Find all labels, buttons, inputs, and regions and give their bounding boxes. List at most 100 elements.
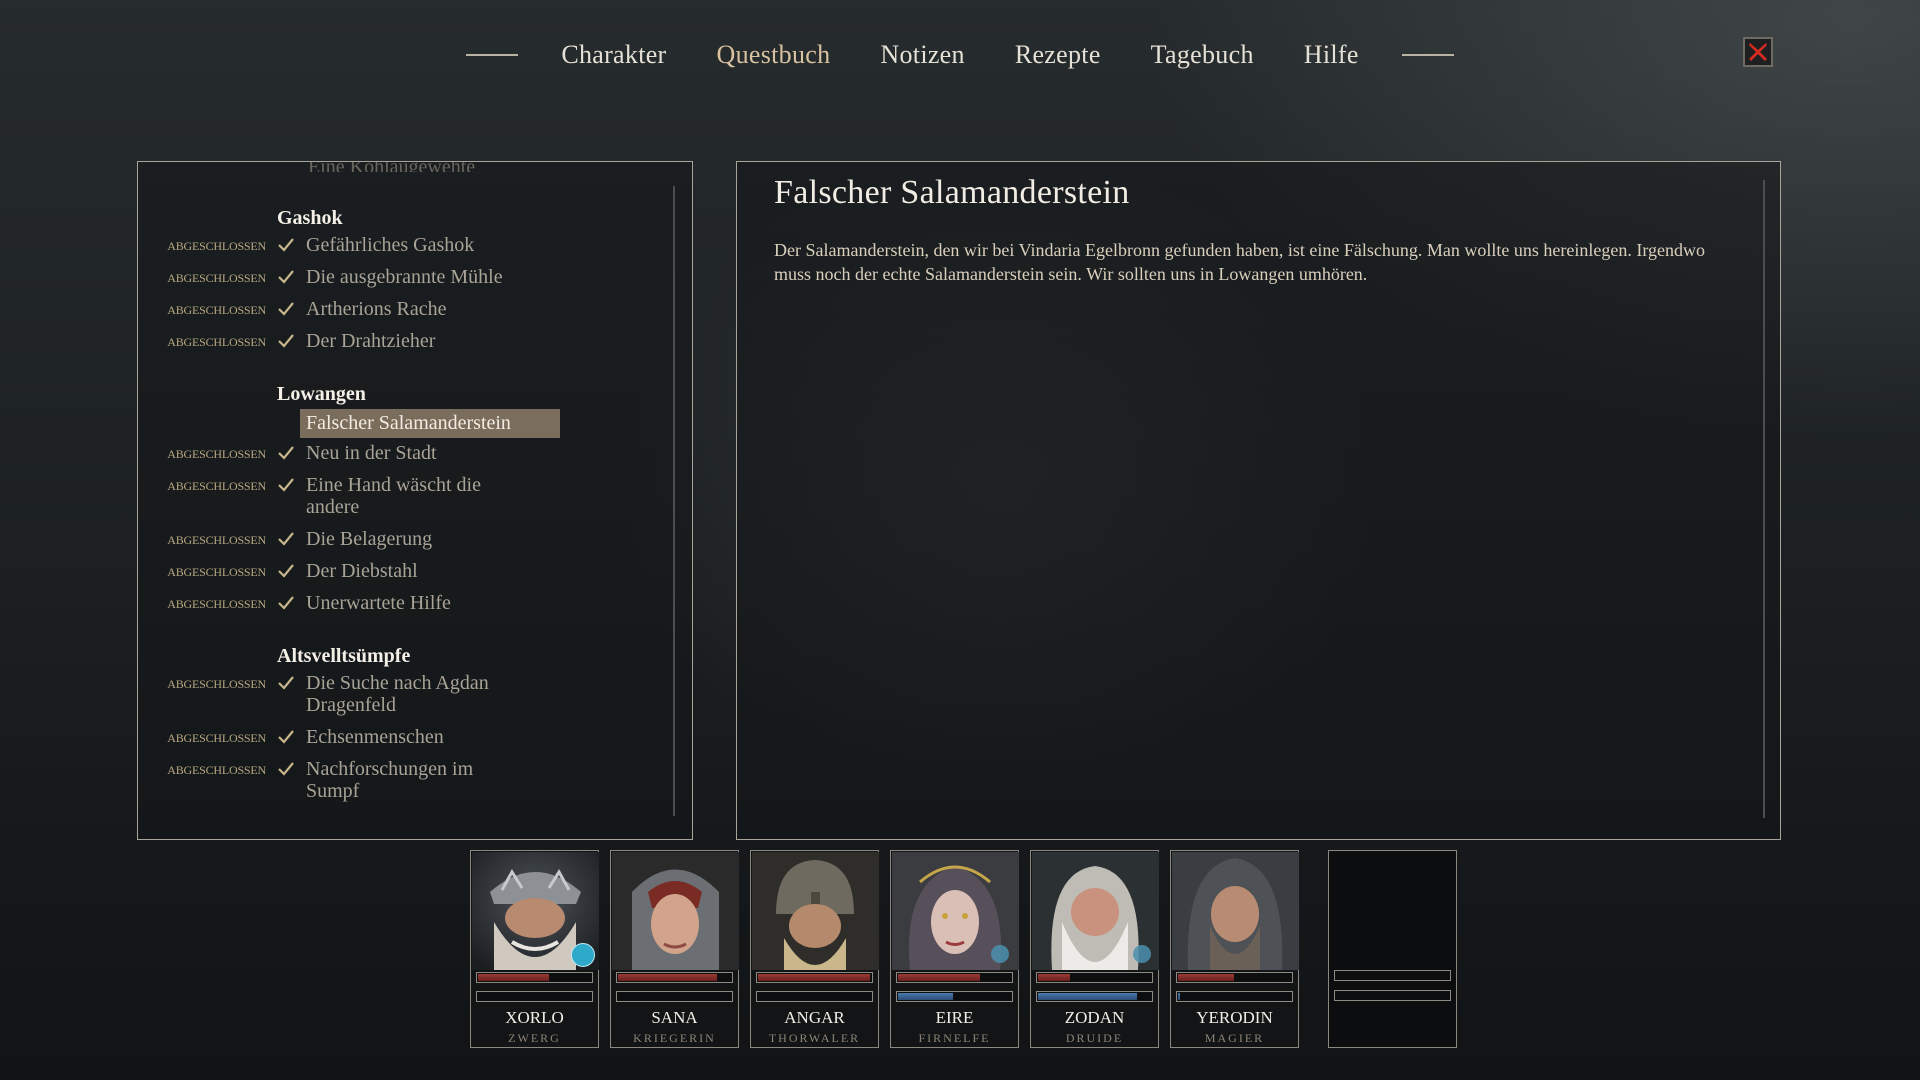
party-member-sana[interactable]: SANA KRIEGERIN	[610, 850, 739, 1048]
quest-detail-description: Der Salamanderstein, den wir bei Vindari…	[774, 240, 1705, 284]
quest-status: ABGESCHLOSSEN	[167, 731, 266, 745]
quest-status: ABGESCHLOSSEN	[167, 677, 266, 691]
health-fill	[758, 974, 870, 981]
member-name: YERODIN	[1196, 1008, 1273, 1027]
health-fill	[618, 974, 717, 981]
member-name: EIRE	[935, 1008, 974, 1027]
party-slot-empty[interactable]	[1328, 850, 1457, 1048]
party-member-zodan[interactable]: ZODAN DRUIDE	[1030, 850, 1159, 1048]
quest-status: ABGESCHLOSSEN	[167, 239, 266, 253]
member-name: XORLO	[505, 1008, 564, 1027]
tab-charakter[interactable]: Charakter	[536, 40, 691, 70]
party-bar: XORLO ZWERG SANA KRIEGERIN ANGAR THORWAL…	[470, 850, 1470, 1048]
party-member-angar[interactable]: ANGAR THORWALER	[750, 850, 879, 1048]
health-fill	[1038, 974, 1071, 981]
quest-status: ABGESCHLOSSEN	[167, 597, 266, 611]
quest-title: Der Diebstahl	[306, 560, 418, 582]
health-fill	[898, 974, 980, 981]
portrait-angar	[752, 852, 879, 970]
party-member-xorlo[interactable]: XORLO ZWERG	[470, 850, 599, 1048]
quest-title: Echsenmenschen	[306, 726, 444, 748]
party-member-eire[interactable]: EIRE FIRNELFE	[890, 850, 1019, 1048]
health-bar	[896, 972, 1013, 983]
mana-bar	[476, 991, 593, 1002]
region-heading-altsvelltsuempfe: Altsvelltsümpfe	[277, 645, 411, 667]
quest-status: ABGESCHLOSSEN	[167, 565, 266, 579]
checkmark-icon	[278, 270, 294, 284]
mana-fill	[898, 993, 954, 1000]
water-icon	[1133, 945, 1151, 963]
quest-title: Nachforschungen im Sumpf	[306, 758, 474, 802]
quest-status: ABGESCHLOSSEN	[167, 763, 266, 777]
party-member-yerodin[interactable]: YERODIN MAGIER	[1170, 850, 1299, 1048]
checkmark-icon	[278, 446, 294, 460]
member-class: MAGIER	[1204, 1031, 1265, 1045]
quest-title: Die ausgebrannte Mühle	[306, 266, 503, 288]
mana-bar	[1176, 991, 1293, 1002]
health-bar	[1334, 970, 1451, 981]
health-fill	[478, 974, 550, 981]
tab-tagebuch[interactable]: Tagebuch	[1126, 40, 1279, 70]
quest-status: ABGESCHLOSSEN	[167, 335, 266, 349]
checkmark-icon	[278, 532, 294, 546]
quest-title: Artherions Rache	[306, 298, 447, 320]
detail-scrollbar[interactable]	[1763, 180, 1765, 818]
member-name: SANA	[651, 1008, 698, 1027]
checkmark-icon	[278, 334, 294, 348]
mana-bar	[616, 991, 733, 1002]
quest-title: Unerwartete Hilfe	[306, 592, 451, 614]
checkmark-icon	[278, 478, 294, 492]
health-bar	[616, 972, 733, 983]
checkmark-icon	[278, 676, 294, 690]
quest-title: Eine Hand wäscht die andere	[306, 474, 481, 518]
tab-notizen[interactable]: Notizen	[855, 40, 989, 70]
member-name: ANGAR	[784, 1008, 845, 1027]
mana-bar	[756, 991, 873, 1002]
checkmark-icon	[278, 302, 294, 316]
quest-title: Die Suche nach Agdan Dragenfeld	[306, 672, 489, 716]
member-class: THORWALER	[768, 1031, 861, 1045]
region-heading-lowangen: Lowangen	[277, 383, 366, 405]
quest-detail-panel: Falscher Salamanderstein Der Salamanders…	[736, 161, 1781, 840]
armor-icon	[571, 943, 595, 967]
checkmark-icon	[278, 596, 294, 610]
health-bar	[1176, 972, 1293, 983]
nav-divider-left	[466, 54, 519, 56]
mana-fill	[1178, 993, 1181, 1000]
health-bar	[1036, 972, 1153, 983]
quest-list-scrollbar[interactable]	[673, 186, 675, 816]
quest-detail-title: Falscher Salamanderstein	[774, 174, 1130, 211]
mana-bar	[1334, 990, 1451, 1001]
health-fill	[1178, 974, 1235, 981]
member-class: FIRNELFE	[918, 1031, 991, 1045]
close-button[interactable]	[1743, 37, 1773, 67]
checkmark-icon	[278, 564, 294, 578]
quest-status: ABGESCHLOSSEN	[167, 479, 266, 493]
quest-status: ABGESCHLOSSEN	[167, 533, 266, 547]
quest-status: ABGESCHLOSSEN	[167, 271, 266, 285]
mana-bar	[896, 991, 1013, 1002]
member-name: ZODAN	[1064, 1008, 1125, 1027]
quest-title: Gefährliches Gashok	[306, 234, 475, 256]
quest-title: Die Belagerung	[306, 528, 433, 550]
nav-divider-right	[1401, 54, 1454, 56]
quest-list-panel[interactable]: Eine Kohlaugewehte Gashok ABGESCHLOSSEN …	[137, 161, 693, 840]
quest-status: ABGESCHLOSSEN	[167, 447, 266, 461]
portrait-yerodin	[1172, 852, 1299, 970]
member-class: KRIEGERIN	[633, 1031, 716, 1045]
tab-rezepte[interactable]: Rezepte	[990, 40, 1126, 70]
tab-hilfe[interactable]: Hilfe	[1279, 40, 1384, 70]
health-bar	[476, 972, 593, 983]
member-class: ZWERG	[508, 1031, 561, 1045]
portrait-sana	[612, 852, 739, 970]
cut-off-quest-title: Eine Kohlaugewehte	[308, 162, 475, 172]
member-class: DRUIDE	[1065, 1031, 1124, 1045]
quest-status: ABGESCHLOSSEN	[167, 303, 266, 317]
checkmark-icon	[278, 238, 294, 252]
tab-questbuch[interactable]: Questbuch	[692, 40, 856, 70]
checkmark-icon	[278, 730, 294, 744]
close-x-icon	[1749, 43, 1767, 61]
mana-fill	[1038, 993, 1137, 1000]
water-icon	[991, 945, 1009, 963]
quest-title: Neu in der Stadt	[306, 442, 437, 464]
